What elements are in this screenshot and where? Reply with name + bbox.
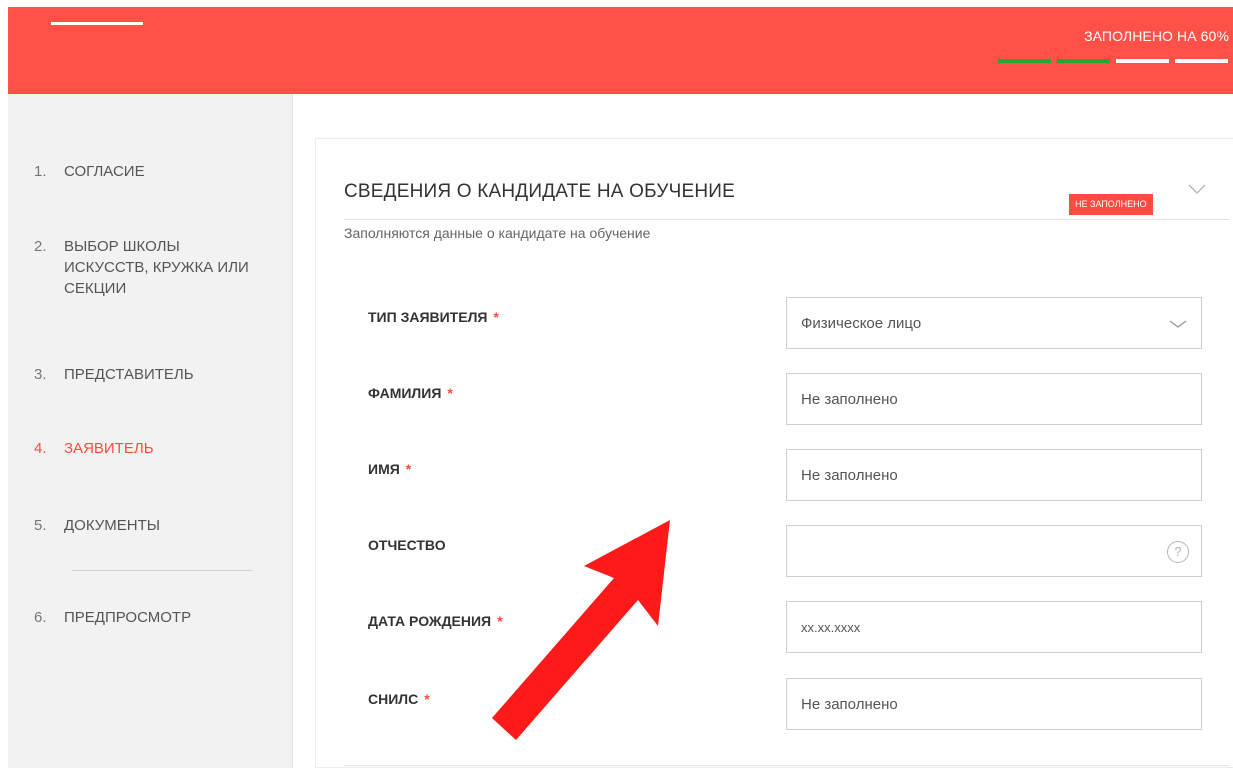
step-number: 1. (34, 163, 47, 180)
section-subtitle: Заполняются данные о кандидате на обучен… (344, 225, 651, 241)
status-badge: НЕ ЗАПОЛНЕНО (1069, 194, 1153, 215)
step-documents[interactable]: 5. ДОКУМЕНТЫ (34, 515, 264, 536)
step-label: ВЫБОР ШКОЛЫ ИСКУССТВ, КРУЖКА ИЛИ СЕКЦИИ (64, 238, 249, 297)
step-preview[interactable]: 6. ПРЕДПРОСМОТР (34, 607, 264, 628)
section-title: СВЕДЕНИЯ О КАНДИДАТЕ НА ОБУЧЕНИЕ (344, 181, 735, 202)
first-name-field[interactable]: Не заполнено (786, 449, 1202, 501)
help-icon[interactable]: ? (1167, 541, 1189, 563)
progress-segment (1116, 59, 1169, 63)
step-number: 6. (34, 609, 47, 626)
select-value: Физическое лицо (801, 314, 922, 332)
header-line (51, 22, 143, 25)
chevron-down-icon[interactable] (1169, 318, 1187, 330)
step-label: ПРЕДПРОСМОТР (64, 609, 192, 626)
patronymic-field[interactable]: ? (786, 525, 1202, 577)
input-value: Не заполнено (801, 390, 898, 408)
snils-field[interactable]: Не заполнено (786, 678, 1202, 730)
field-label-text: СНИЛС (368, 691, 419, 707)
field-label-text: ТИП ЗАЯВИТЕЛЯ (368, 309, 488, 325)
required-mark: * (405, 461, 412, 477)
step-label: ЗАЯВИТЕЛЬ (64, 440, 154, 457)
sidebar-divider (72, 570, 252, 571)
steps-sidebar: 1. СОГЛАСИЕ 2. ВЫБОР ШКОЛЫ ИСКУССТВ, КРУ… (8, 94, 293, 768)
field-label-text: ОТЧЕСТВО (368, 537, 446, 553)
step-representative[interactable]: 3. ПРЕДСТАВИТЕЛЬ (34, 364, 264, 385)
top-header: ЗАПОЛНЕНО НА 60% (8, 7, 1233, 94)
birth-date-field[interactable]: xx.xx.xxxx (786, 601, 1202, 653)
last-name-label: ФАМИЛИЯ * (368, 385, 453, 401)
chevron-down-icon[interactable] (1187, 182, 1207, 196)
section-divider (344, 219, 1229, 220)
red-arrow-icon (492, 520, 670, 740)
input-value: Не заполнено (801, 466, 898, 484)
required-mark: * (424, 691, 430, 707)
progress-bar (998, 59, 1228, 63)
step-number: 4. (34, 440, 47, 457)
step-number: 5. (34, 517, 47, 534)
first-name-label: ИМЯ * (368, 461, 411, 477)
step-label: СОГЛАСИЕ (64, 163, 145, 180)
step-label: ДОКУМЕНТЫ (64, 517, 161, 534)
step-applicant[interactable]: 4. ЗАЯВИТЕЛЬ (34, 438, 264, 459)
required-mark: * (493, 309, 499, 325)
required-mark: * (447, 385, 453, 401)
patronymic-label: ОТЧЕСТВО (368, 537, 446, 553)
input-value: Не заполнено (801, 695, 898, 713)
step-label: ПРЕДСТАВИТЕЛЬ (64, 366, 194, 383)
section-bottom-divider (344, 765, 1229, 766)
last-name-field[interactable]: Не заполнено (786, 373, 1202, 425)
field-label-text: ИМЯ (368, 461, 400, 477)
step-number: 2. (34, 238, 47, 255)
applicant-type-label: ТИП ЗАЯВИТЕЛЯ * (368, 309, 499, 325)
candidate-section-card: СВЕДЕНИЯ О КАНДИДАТЕ НА ОБУЧЕНИЕ НЕ ЗАПО… (315, 138, 1233, 768)
applicant-type-select[interactable]: Физическое лицо (786, 297, 1202, 349)
snils-label: СНИЛС * (368, 691, 430, 707)
date-placeholder: xx.xx.xxxx (801, 619, 861, 635)
step-school-choice[interactable]: 2. ВЫБОР ШКОЛЫ ИСКУССТВ, КРУЖКА ИЛИ СЕКЦ… (34, 236, 254, 299)
step-number: 3. (34, 366, 47, 383)
step-consent[interactable]: 1. СОГЛАСИЕ (34, 161, 264, 182)
progress-label: ЗАПОЛНЕНО НА 60% (1084, 28, 1229, 44)
field-label-text: ФАМИЛИЯ (368, 385, 442, 401)
progress-segment (1175, 59, 1228, 63)
progress-segment (998, 59, 1051, 63)
progress-segment (1057, 59, 1110, 63)
field-label-text: ДАТА РОЖДЕНИЯ (368, 613, 492, 629)
